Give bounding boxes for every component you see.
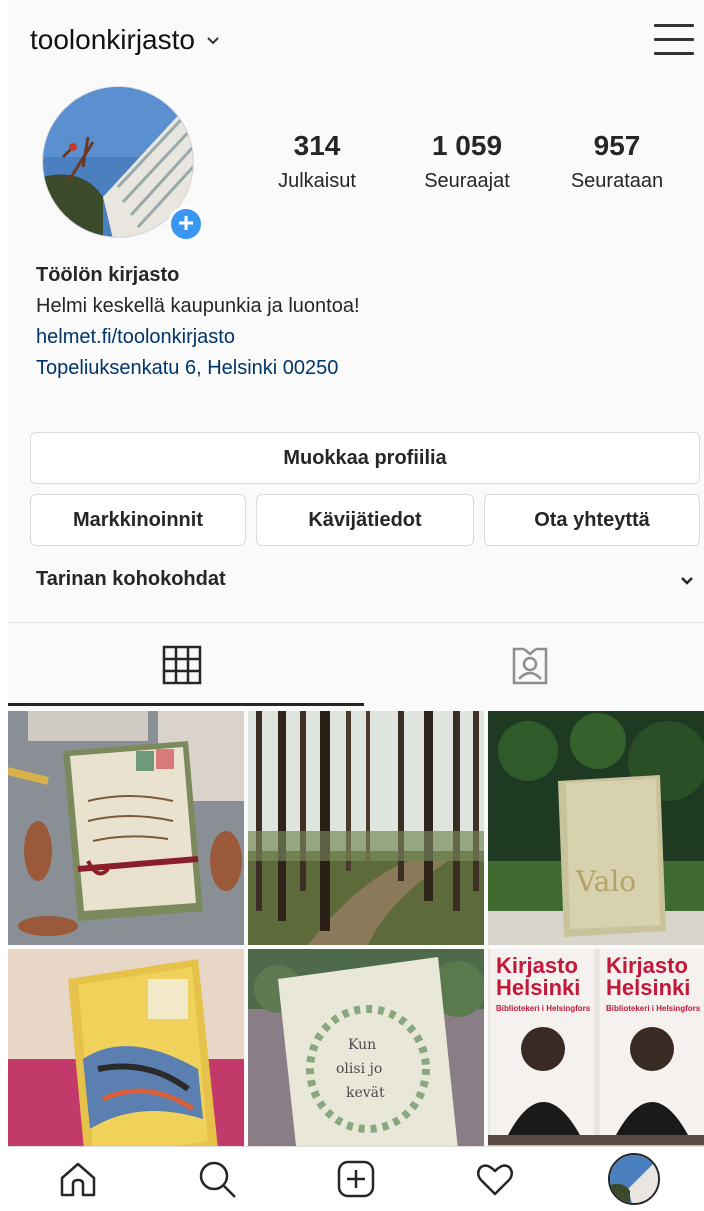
nav-home[interactable]	[48, 1149, 108, 1209]
top-bar: toolonkirjasto	[8, 0, 704, 88]
post-text: kevät	[346, 1085, 385, 1101]
post-thumbnail[interactable]	[8, 711, 244, 945]
contact-button[interactable]: Ota yhteyttä	[484, 494, 700, 546]
highlights-label: Tarinan kohokohdat	[36, 568, 226, 590]
chevron-down-icon	[681, 576, 693, 585]
stat-posts[interactable]: 314 Julkaisut	[242, 130, 392, 193]
tab-grid[interactable]	[8, 623, 356, 707]
stat-label: Julkaisut	[278, 170, 356, 192]
nav-search[interactable]	[187, 1149, 247, 1209]
svg-text:Valo: Valo	[575, 865, 636, 898]
search-icon	[199, 1161, 236, 1198]
stat-label: Seurataan	[570, 170, 664, 192]
tab-tagged[interactable]	[356, 623, 704, 707]
stat-value: 957	[593, 130, 641, 161]
posts-grid: Valo Kun olisi jo kevät Kirjasto Helsink…	[8, 711, 704, 1183]
post-text: olisi jo	[336, 1061, 382, 1077]
post-text: Kun	[348, 1037, 376, 1053]
account-switcher[interactable]: toolonkirjasto	[30, 24, 221, 56]
nav-new-post[interactable]	[326, 1149, 386, 1209]
home-icon	[60, 1162, 95, 1197]
profile-bio: Töölön kirjasto Helmi keskellä kaupunkia…	[36, 260, 676, 384]
profile-name: Töölön kirjasto	[36, 264, 180, 286]
chevron-down-icon	[207, 37, 219, 45]
new-post-icon	[337, 1160, 375, 1198]
add-story-icon[interactable]: +	[168, 206, 204, 242]
username: toolonkirjasto	[30, 24, 195, 55]
heart-icon	[477, 1164, 514, 1196]
post-text: Bibliotekeri i Helsingfors	[606, 1004, 701, 1013]
bio-text: Helmi keskellä kaupunkia ja luontoa!	[36, 295, 360, 317]
stat-followers[interactable]: 1 059 Seuraajat	[392, 130, 542, 193]
nav-profile[interactable]	[604, 1149, 664, 1209]
post-text: Bibliotekeri i Helsingfors	[496, 1004, 591, 1013]
profile-stats: 314 Julkaisut 1 059 Seuraajat 957 Seurat…	[242, 130, 692, 193]
grid-icon	[162, 645, 202, 685]
nav-activity[interactable]	[465, 1149, 525, 1209]
profile-avatar[interactable]: +	[42, 86, 204, 242]
stat-value: 1 059	[431, 130, 503, 161]
stat-following[interactable]: 957 Seurataan	[542, 130, 692, 193]
website-link[interactable]: helmet.fi/toolonkirjasto	[36, 322, 676, 353]
profile-tabs	[8, 623, 704, 707]
tagged-person-icon	[512, 647, 548, 685]
post-thumbnail[interactable]	[248, 711, 484, 945]
stat-label: Seuraajat	[424, 170, 510, 192]
profile-avatar-icon	[608, 1153, 661, 1205]
address-link[interactable]: Topeliuksenkatu 6, Helsinki 00250	[36, 353, 676, 384]
promotions-button[interactable]: Markkinoinnit	[30, 494, 246, 546]
insights-button[interactable]: Kävijätiedot	[256, 494, 474, 546]
active-tab-indicator	[8, 703, 364, 706]
post-text: Helsinki	[496, 975, 580, 1000]
stat-value: 314	[293, 130, 341, 161]
post-thumbnail[interactable]: Valo	[488, 711, 704, 945]
hamburger-menu-icon[interactable]	[654, 24, 694, 60]
edit-profile-button[interactable]: Muokkaa profiilia	[30, 432, 700, 484]
post-text: Helsinki	[606, 975, 690, 1000]
story-highlights-toggle[interactable]: Tarinan kohokohdat	[36, 568, 696, 591]
app-screen: toolonkirjasto + 314 Julkaisut 1 059 Seu…	[8, 0, 704, 1211]
bottom-navigation	[8, 1146, 704, 1211]
